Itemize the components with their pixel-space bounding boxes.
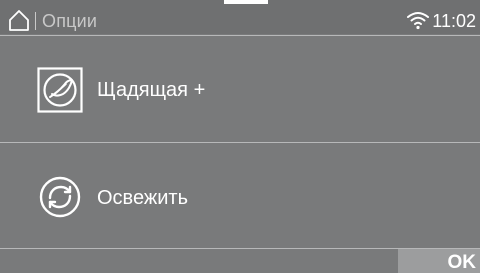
page-title: Опции	[42, 11, 98, 31]
option-label: Освежить	[97, 187, 188, 209]
wifi-icon	[407, 12, 429, 30]
status-bar: Опции 11:02	[0, 0, 480, 34]
title-divider	[35, 12, 36, 30]
options-screen: Опции 11:02 Щадящая + Освежить OK	[0, 0, 480, 273]
top-indicator	[224, 0, 268, 4]
refresh-icon	[39, 176, 81, 218]
home-icon[interactable]	[8, 9, 30, 31]
clock: 11:02	[432, 11, 476, 31]
option-label: Щадящая +	[97, 79, 206, 101]
ok-button-label: OK	[447, 252, 477, 273]
option-refresh[interactable]: Освежить	[0, 143, 480, 249]
gentle-care-icon	[37, 67, 83, 113]
ok-button[interactable]: OK	[398, 249, 480, 273]
option-gentle-plus[interactable]: Щадящая +	[0, 36, 480, 142]
